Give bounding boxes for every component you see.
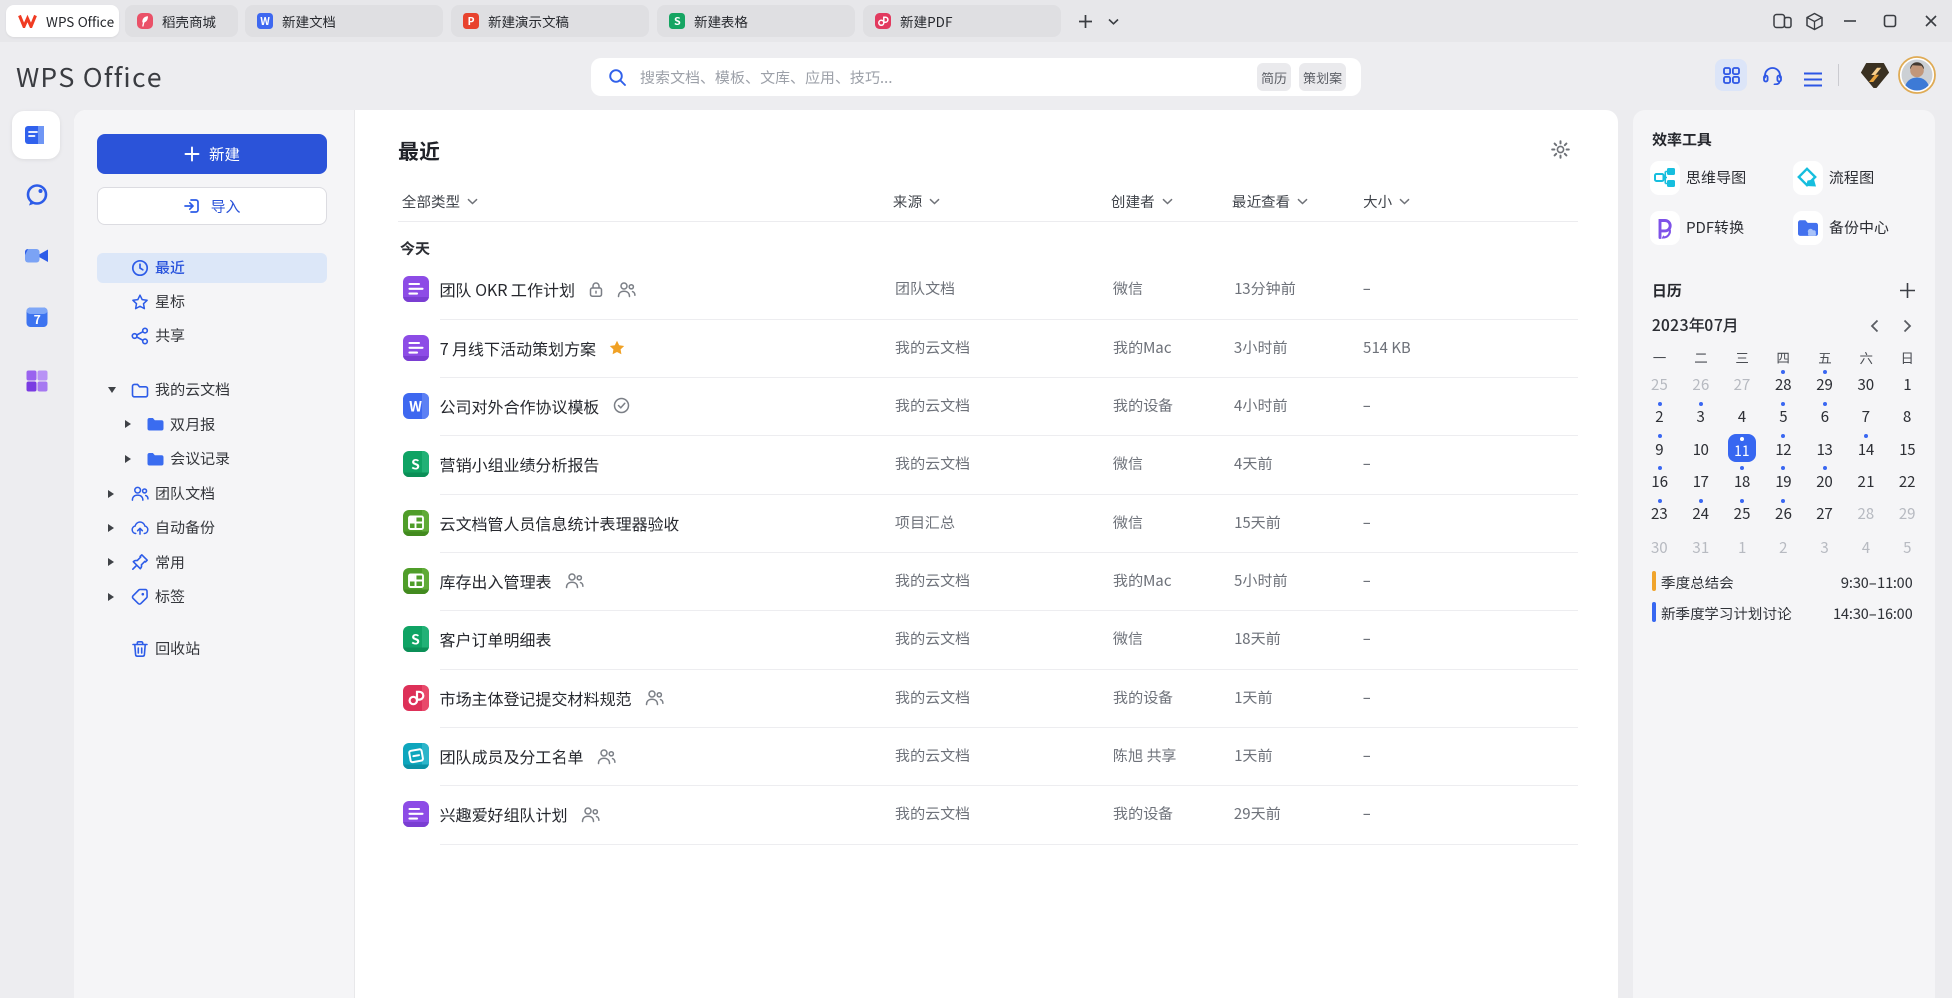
svg-text:7: 7 <box>34 309 41 328</box>
svg-text:P: P <box>467 14 474 29</box>
svg-text:W: W <box>260 14 270 29</box>
svg-text:S: S <box>411 455 420 475</box>
svg-text:S: S <box>674 14 681 29</box>
svg-text:W: W <box>409 396 422 416</box>
svg-text:S: S <box>411 630 420 650</box>
